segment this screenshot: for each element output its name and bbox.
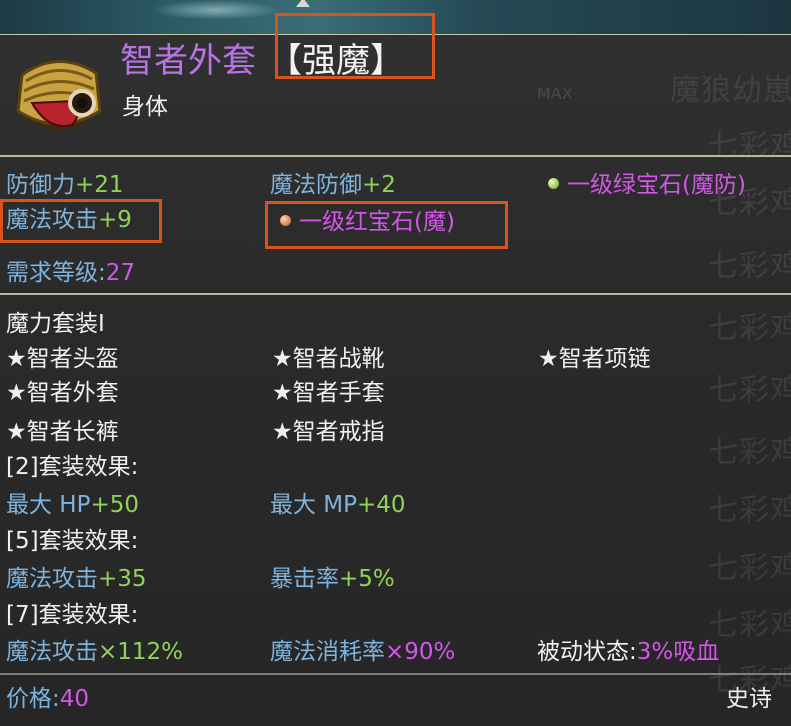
requirement-level: 需求等级:27 [6,259,135,287]
divider-line [0,155,791,157]
set-effect-2-hp-label: 最大 HP [6,492,91,518]
set-effect-7-mana-cost: 魔法消耗率×90% [270,638,455,666]
background-list-item: 魔狼幼崽 [670,73,791,108]
background-list-item: 七彩鸡 [708,435,791,470]
set-effect-2-label: [2]套装效果: [6,454,139,480]
price-value: 40 [59,686,90,712]
background-list-item: 七彩鸡 [708,608,791,643]
set-name: 魔力套装Ⅰ [6,311,105,337]
item-slot: 身体 [122,94,168,120]
pointer-marker [296,0,310,7]
set-effect-7-magic-attack: 魔法攻击×112% [6,638,183,666]
item-tooltip-panel: 魔狼幼崽 七彩鸡 七彩鸡 七彩鸡 七彩鸡 七彩鸡 七彩鸡 七彩鸡 七彩鸡 七彩鸡… [0,13,791,726]
green-gem-icon [548,178,559,189]
set-piece: ★智者外套 [6,380,119,406]
affix-highlight-box [275,13,435,79]
set-effect-7-magic-attack-value: ×112% [98,639,184,665]
stat-magic-defense-label: 魔法防御 [270,172,362,198]
gem-green-socket: 一级绿宝石(魔防) [548,171,746,199]
background-list-item: 七彩鸡 [708,249,791,284]
set-effect-2-mp-value: +40 [357,492,406,518]
set-effect-2-mp-label: 最大 MP [270,492,358,518]
set-effect-5-magic-attack-value: +35 [98,566,147,592]
background-list-item: 七彩鸡 [708,129,791,164]
magic-attack-highlight-box [0,199,162,243]
stat-defense-value: +21 [75,172,124,198]
set-effect-2-hp: 最大 HP+50 [6,491,139,519]
background-list-item: 七彩鸡 [708,551,791,586]
set-effect-5-crit: 暴击率+5% [270,565,395,593]
set-effect-5-magic-attack-label: 魔法攻击 [6,566,98,592]
set-piece: ★智者手套 [272,380,385,406]
item-name-text: 智者外套 [120,41,256,81]
stat-magic-defense: 魔法防御+2 [270,171,396,199]
set-effect-5-label: [5]套装效果: [6,528,139,554]
stat-magic-defense-value: +2 [362,172,396,198]
background-list-item: 七彩鸡 [708,493,791,528]
set-effect-7-passive: 被动状态:3%吸血 [537,638,719,666]
divider-line [0,673,791,675]
background-list-item: 七彩鸡 [708,311,791,346]
gem-green-label: 一级绿宝石(魔防) [567,172,746,198]
item-price: 价格:40 [6,685,89,713]
red-gem-highlight-box [265,201,508,249]
set-effect-7-mana-cost-value: ×90% [385,639,456,665]
set-piece: ★智者戒指 [272,419,385,445]
requirement-value: 27 [105,260,136,286]
rarity-label: 史诗 [726,686,772,712]
stat-defense: 防御力+21 [6,171,124,199]
set-effect-2-hp-value: +50 [90,492,140,518]
set-effect-5-magic-attack: 魔法攻击+35 [6,565,147,593]
background-list-item: 七彩鸡 [708,373,791,408]
set-effect-5-crit-label: 暴击率 [270,566,339,592]
armor-item-icon [8,45,108,137]
set-effect-5-crit-value: +5% [339,566,395,592]
set-effect-7-magic-attack-label: 魔法攻击 [6,639,98,665]
requirement-label: 需求等级: [6,260,106,286]
set-effect-7-passive-value: 3%吸血 [636,639,720,665]
stat-defense-label: 防御力 [6,172,75,198]
set-effect-2-mp: 最大 MP+40 [270,491,406,519]
divider-line [0,293,791,295]
set-piece: ★智者头盔 [6,346,119,372]
set-effect-7-label: [7]套装效果: [6,602,139,628]
set-piece: ★智者战靴 [272,346,385,372]
set-piece: ★智者长裤 [6,419,119,445]
set-piece: ★智者项链 [538,346,651,372]
set-effect-7-passive-label: 被动状态: [537,639,637,665]
set-effect-7-mana-cost-label: 魔法消耗率 [270,639,385,665]
price-label: 价格: [6,686,60,712]
max-label: MAX [537,84,573,103]
